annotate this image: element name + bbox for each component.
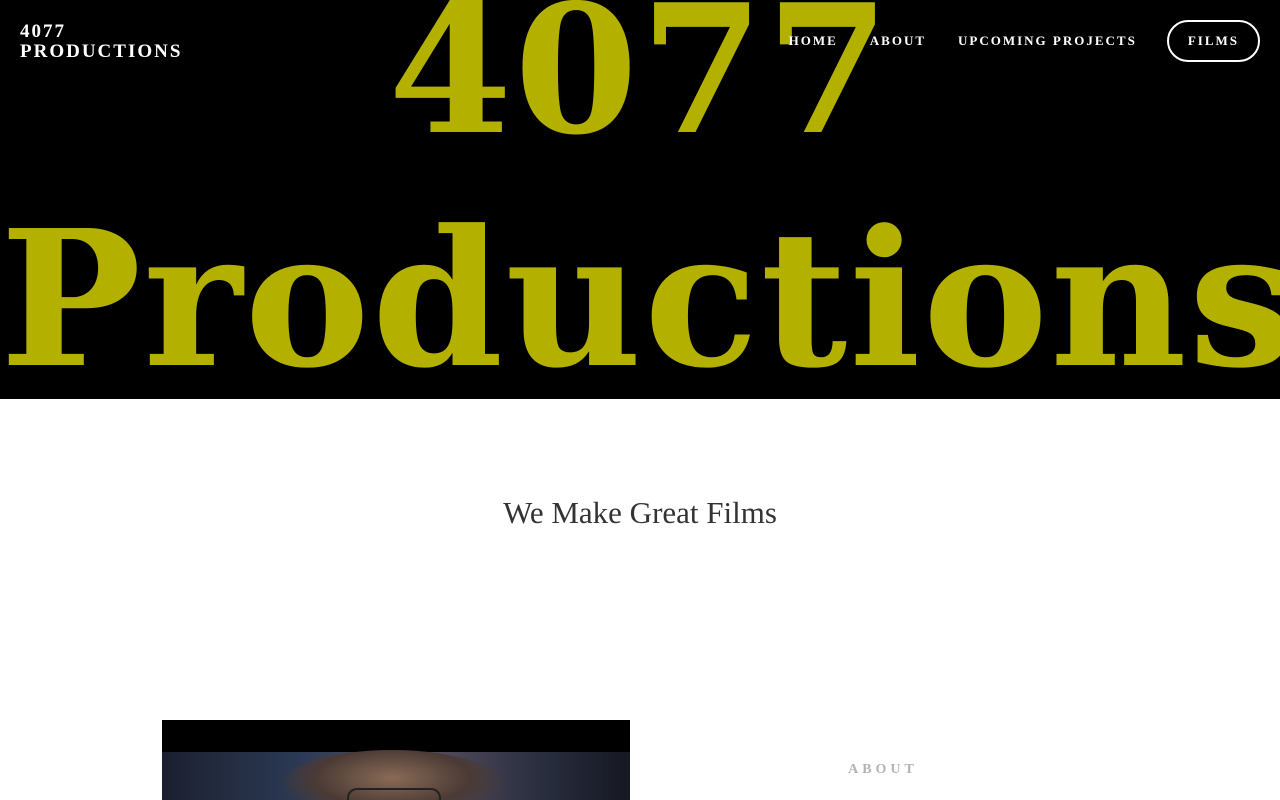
site-logo[interactable]: 4077 PRODUCTIONS	[20, 22, 182, 62]
logo-line-1: 4077	[20, 21, 66, 42]
about-section-label: ABOUT	[848, 762, 918, 777]
photo-person-glasses	[347, 788, 441, 800]
logo-line-2: PRODUCTIONS	[20, 41, 183, 62]
nav-home[interactable]: HOME	[789, 33, 838, 49]
hero-banner: 4077 Productions 4077 PRODUCTIONS HOME A…	[0, 0, 1280, 399]
about-photo	[162, 720, 630, 800]
films-button[interactable]: FILMS	[1166, 20, 1260, 62]
hero-title-word: Productions	[0, 189, 1280, 400]
nav-about[interactable]: ABOUT	[870, 33, 926, 49]
main-nav: HOME ABOUT UPCOMING PROJECTS FILMS	[757, 20, 1260, 62]
tagline: We Make Great Films	[503, 495, 777, 530]
nav-upcoming-projects[interactable]: UPCOMING PROJECTS	[958, 33, 1137, 49]
